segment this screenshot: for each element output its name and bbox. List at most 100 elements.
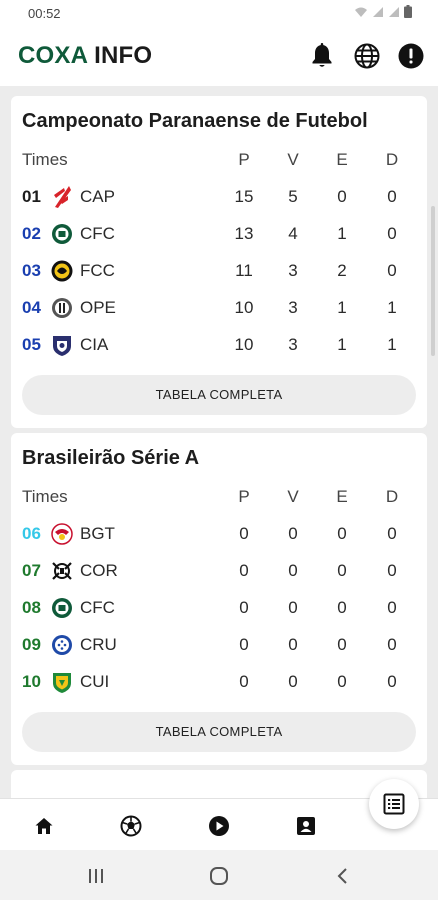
- row-losses: 0: [387, 261, 397, 280]
- soccer-ball-icon: [120, 815, 142, 837]
- notifications-button[interactable]: [308, 42, 336, 70]
- back-button[interactable]: [330, 865, 354, 887]
- row-wins: 0: [288, 598, 298, 617]
- card-title: Campeonato Paranaense de Futebol: [22, 110, 368, 132]
- row-team: CFC: [80, 224, 115, 243]
- table-row[interactable]: 03 FCC 11 3 2 0: [11, 260, 427, 293]
- row-losses: 0: [387, 561, 397, 580]
- row-position: 10: [22, 672, 41, 691]
- table-row[interactable]: 09 CRU 0 0 0 0: [11, 635, 427, 667]
- standings-fab[interactable]: [369, 779, 419, 829]
- row-points: 13: [234, 224, 254, 243]
- row-losses: 0: [387, 524, 397, 543]
- app-logo: COXA INFO: [18, 42, 152, 70]
- coritiba-crest-icon: [52, 224, 72, 244]
- table-row[interactable]: 05 CIA 10 3 1 1: [11, 335, 427, 367]
- scrollbar[interactable]: [431, 206, 435, 356]
- header-losses: D: [385, 150, 399, 169]
- full-table-button[interactable]: TABELA COMPLETA: [22, 375, 416, 415]
- row-losses: 0: [387, 224, 397, 243]
- row-position: 08: [22, 598, 41, 617]
- header-draws: E: [336, 487, 348, 506]
- row-points: 0: [239, 598, 249, 617]
- row-points: 10: [234, 335, 254, 354]
- row-wins: 3: [288, 335, 298, 354]
- fc-cascavel-crest-icon: [51, 260, 73, 282]
- home-icon: [35, 818, 53, 834]
- row-points: 0: [239, 635, 249, 654]
- nav-home[interactable]: [31, 813, 57, 839]
- row-team: CUI: [80, 672, 110, 691]
- system-home-button[interactable]: [207, 865, 231, 887]
- home-circle-icon: [210, 867, 228, 885]
- row-team: CFC: [80, 598, 115, 617]
- signal-icon-2: [389, 6, 399, 17]
- row-losses: 0: [387, 672, 397, 691]
- status-bar: 00:52: [0, 0, 438, 28]
- table-row[interactable]: 01 CAP 15 5 0 0: [11, 186, 427, 219]
- logo-coxa: COXA: [18, 42, 89, 69]
- recents-button[interactable]: [84, 865, 108, 887]
- header-wins: V: [287, 150, 299, 169]
- row-wins: 0: [288, 635, 298, 654]
- signal-icon: [373, 6, 383, 17]
- row-draws: 2: [337, 261, 347, 280]
- row-team: CRU: [80, 635, 117, 654]
- row-position: 02: [22, 224, 41, 243]
- nav-squad[interactable]: [293, 813, 319, 839]
- play-icon: [209, 816, 229, 836]
- row-position: 03: [22, 261, 41, 280]
- row-team: COR: [80, 561, 118, 580]
- corinthians-crest-icon: [52, 562, 72, 580]
- row-position: 07: [22, 561, 41, 580]
- row-wins: 0: [288, 672, 298, 691]
- header-teams: Times: [22, 150, 68, 169]
- row-wins: 0: [288, 524, 298, 543]
- contact-card-icon: [297, 817, 315, 835]
- coritiba-crest-icon: [52, 598, 72, 618]
- row-draws: 0: [337, 635, 347, 654]
- language-button[interactable]: [353, 42, 381, 70]
- info-alert-button[interactable]: [397, 42, 425, 70]
- bragantino-crest-icon: [51, 523, 73, 545]
- table-header: Times P V E D: [11, 150, 427, 174]
- table-row[interactable]: 02 CFC 13 4 1 0: [11, 224, 427, 256]
- status-time: 00:52: [28, 6, 61, 21]
- row-draws: 0: [337, 524, 347, 543]
- row-wins: 3: [288, 298, 298, 317]
- header-points: P: [238, 150, 250, 169]
- nav-videos[interactable]: [206, 813, 232, 839]
- cianorte-crest-icon: [53, 336, 71, 356]
- standings-content[interactable]: Campeonato Paranaense de Futebol Times P…: [0, 86, 438, 798]
- row-points: 0: [239, 524, 249, 543]
- row-team: FCC: [80, 261, 115, 280]
- app-header: COXA INFO: [0, 28, 438, 86]
- row-draws: 1: [337, 298, 347, 317]
- row-position: 05: [22, 335, 41, 354]
- row-draws: 1: [337, 224, 347, 243]
- table-row[interactable]: 07 COR 0 0 0 0: [11, 561, 427, 593]
- standings-card-next: [11, 770, 427, 798]
- row-team: OPE: [80, 298, 116, 317]
- nav-matches[interactable]: [118, 813, 144, 839]
- athletico-crest-icon: [54, 186, 71, 208]
- table-row[interactable]: 10 CUI 0 0 0 0: [11, 672, 427, 704]
- row-wins: 3: [288, 261, 298, 280]
- table-row[interactable]: 08 CFC 0 0 0 0: [11, 598, 427, 630]
- row-team: CAP: [80, 187, 115, 206]
- full-table-button[interactable]: TABELA COMPLETA: [22, 712, 416, 752]
- row-losses: 1: [387, 335, 397, 354]
- row-position: 04: [22, 298, 41, 317]
- header-losses: D: [385, 487, 399, 506]
- table-row[interactable]: 04 OPE 10 3 1 1: [11, 298, 427, 330]
- row-draws: 0: [337, 672, 347, 691]
- system-navigation-bar: [0, 850, 438, 900]
- battery-icon: [404, 5, 412, 18]
- row-position: 01: [22, 187, 41, 206]
- header-wins: V: [287, 487, 299, 506]
- row-points: 11: [235, 261, 253, 280]
- standings-card-paranaense: Campeonato Paranaense de Futebol Times P…: [11, 96, 427, 428]
- row-points: 15: [234, 187, 254, 206]
- table-header: Times P V E D: [11, 487, 427, 511]
- table-row[interactable]: 06 BGT 0 0 0 0: [11, 523, 427, 556]
